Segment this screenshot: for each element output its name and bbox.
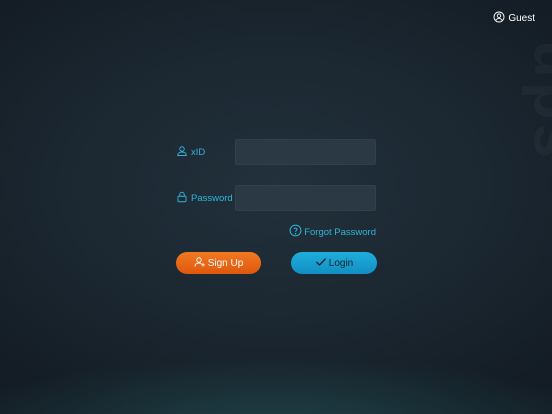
- question-circle-icon: [289, 224, 302, 240]
- password-label-group: Password: [176, 191, 235, 206]
- user-circle-icon: [493, 11, 505, 26]
- sign-up-button[interactable]: Sign Up: [176, 252, 261, 274]
- xid-input[interactable]: [235, 139, 376, 165]
- forgot-password-link[interactable]: Forgot Password: [289, 224, 376, 240]
- login-button[interactable]: Login: [291, 252, 377, 274]
- password-row: Password: [176, 185, 376, 211]
- lock-icon: [176, 191, 188, 206]
- xid-row: xID: [176, 139, 376, 165]
- password-label: Password: [191, 192, 233, 204]
- sign-up-label: Sign Up: [207, 257, 244, 269]
- guest-button[interactable]: Guest: [493, 11, 535, 26]
- xid-label: xID: [191, 146, 206, 158]
- add-user-icon: [194, 256, 206, 271]
- forgot-password-label: Forgot Password: [304, 226, 376, 238]
- checkmark-icon: [315, 256, 327, 271]
- user-outline-icon: [176, 145, 188, 160]
- background-watermark: ups: [510, 40, 552, 360]
- xid-label-group: xID: [176, 145, 235, 160]
- guest-label: Guest: [508, 13, 535, 24]
- password-input[interactable]: [235, 185, 376, 211]
- login-label: Login: [328, 257, 354, 269]
